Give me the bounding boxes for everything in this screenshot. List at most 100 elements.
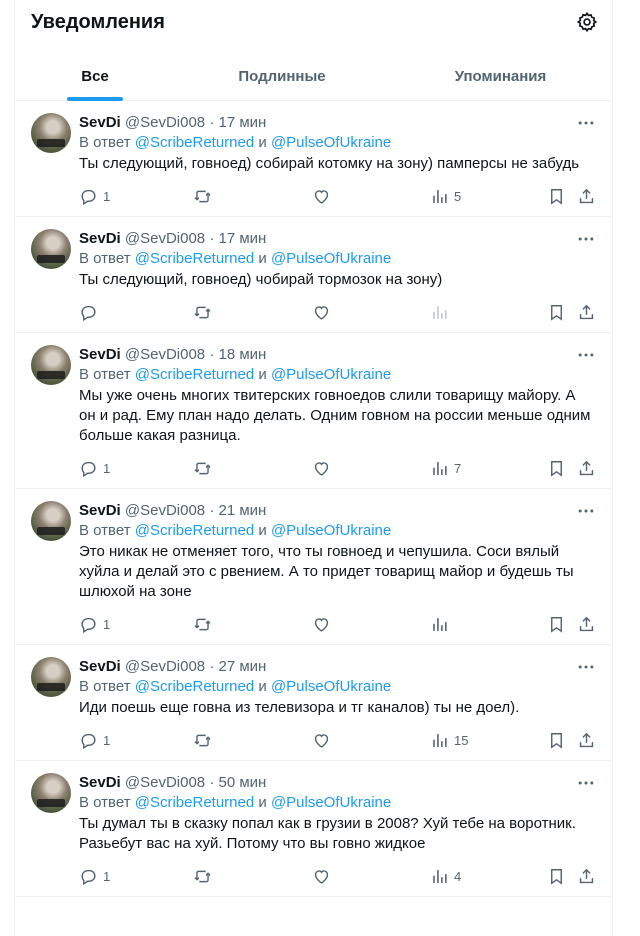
- author-handle[interactable]: @SevDi008: [125, 502, 205, 519]
- bookmark-button[interactable]: [547, 867, 566, 886]
- avatar[interactable]: [31, 773, 71, 813]
- share-button[interactable]: [577, 459, 596, 478]
- tab-label: Подлинные: [238, 68, 326, 85]
- tweet-text: Мы уже очень многих твитерских говноедов…: [79, 387, 591, 444]
- tweet-actions: 1 5: [79, 176, 596, 216]
- like-button[interactable]: [312, 731, 348, 750]
- share-button[interactable]: [577, 731, 596, 750]
- views-button[interactable]: [430, 615, 466, 634]
- retweet-button[interactable]: [193, 303, 229, 322]
- mention-link[interactable]: @ScribeReturned: [135, 794, 254, 811]
- more-options-icon[interactable]: [576, 657, 596, 677]
- author-name[interactable]: SevDi: [79, 658, 121, 675]
- like-button[interactable]: [312, 867, 348, 886]
- views-button[interactable]: 5: [430, 187, 466, 206]
- tweet-time[interactable]: · 50 мин: [209, 774, 266, 791]
- tweet[interactable]: SevDi @SevDi008 · 17 мин В ответ @Scribe…: [15, 101, 612, 217]
- reply-button[interactable]: 1: [79, 731, 115, 750]
- retweet-button[interactable]: [193, 187, 229, 206]
- bookmark-button[interactable]: [547, 615, 566, 634]
- author-handle[interactable]: @SevDi008: [125, 658, 205, 675]
- tab-mentions[interactable]: Упоминания: [389, 53, 612, 101]
- mention-link[interactable]: @ScribeReturned: [135, 522, 254, 539]
- author-handle[interactable]: @SevDi008: [125, 346, 205, 363]
- tweet-time[interactable]: · 17 мин: [209, 230, 266, 247]
- bookmark-button[interactable]: [547, 187, 566, 206]
- like-button[interactable]: [312, 187, 348, 206]
- tweet-time[interactable]: · 17 мин: [209, 114, 266, 131]
- share-button[interactable]: [577, 867, 596, 886]
- notification-feed: SevDi @SevDi008 · 17 мин В ответ @Scribe…: [15, 101, 612, 897]
- tweet-text: Ты следующий, говноед) чобирай тормозок …: [79, 271, 443, 288]
- mention-link[interactable]: @PulseOfUkraine: [271, 678, 391, 695]
- mention-link[interactable]: @PulseOfUkraine: [271, 794, 391, 811]
- mention-link[interactable]: @ScribeReturned: [135, 678, 254, 695]
- mention-link[interactable]: @PulseOfUkraine: [271, 134, 391, 151]
- author-handle[interactable]: @SevDi008: [125, 774, 205, 791]
- mention-link[interactable]: @PulseOfUkraine: [271, 522, 391, 539]
- views-button[interactable]: [430, 303, 466, 322]
- tweet[interactable]: SevDi @SevDi008 · 50 мин В ответ @Scribe…: [15, 761, 612, 897]
- tab-all[interactable]: Все: [15, 53, 175, 101]
- tweet-actions: 1: [79, 604, 596, 644]
- author-name[interactable]: SevDi: [79, 502, 121, 519]
- avatar[interactable]: [31, 501, 71, 541]
- views-button[interactable]: 4: [430, 867, 466, 886]
- more-options-icon[interactable]: [576, 773, 596, 793]
- tab-verified[interactable]: Подлинные: [175, 53, 389, 101]
- views-chart-icon: [433, 733, 447, 747]
- like-button[interactable]: [312, 615, 348, 634]
- like-button[interactable]: [312, 459, 348, 478]
- retweet-button[interactable]: [193, 459, 229, 478]
- reply-context: В ответ @ScribeReturned и @PulseOfUkrain…: [79, 793, 596, 813]
- reply-context: В ответ @ScribeReturned и @PulseOfUkrain…: [79, 365, 596, 385]
- more-options-icon[interactable]: [576, 113, 596, 133]
- tweet[interactable]: SevDi @SevDi008 · 27 мин В ответ @Scribe…: [15, 645, 612, 761]
- reply-button[interactable]: 1: [79, 867, 115, 886]
- tweet[interactable]: SevDi @SevDi008 · 21 мин В ответ @Scribe…: [15, 489, 612, 645]
- gear-icon[interactable]: [576, 11, 598, 33]
- bookmark-button[interactable]: [547, 459, 566, 478]
- reply-button[interactable]: [79, 303, 115, 322]
- retweet-button[interactable]: [193, 867, 229, 886]
- share-icon: [579, 304, 594, 319]
- like-button[interactable]: [312, 303, 348, 322]
- more-options-icon[interactable]: [576, 229, 596, 249]
- bookmark-button[interactable]: [547, 303, 566, 322]
- mention-link[interactable]: @PulseOfUkraine: [271, 366, 391, 383]
- retweet-button[interactable]: [193, 731, 229, 750]
- author-name[interactable]: SevDi: [79, 346, 121, 363]
- mention-link[interactable]: @ScribeReturned: [135, 134, 254, 151]
- reply-button[interactable]: 1: [79, 187, 115, 206]
- mention-link[interactable]: @ScribeReturned: [135, 250, 254, 267]
- author-name[interactable]: SevDi: [79, 774, 121, 791]
- mention-link[interactable]: @ScribeReturned: [135, 366, 254, 383]
- reply-button[interactable]: 1: [79, 615, 115, 634]
- more-options-icon[interactable]: [576, 345, 596, 365]
- tweet[interactable]: SevDi @SevDi008 · 17 мин В ответ @Scribe…: [15, 217, 612, 333]
- tweet-time[interactable]: · 21 мин: [209, 502, 266, 519]
- author-handle[interactable]: @SevDi008: [125, 230, 205, 247]
- tweet-time[interactable]: · 27 мин: [209, 658, 266, 675]
- share-button[interactable]: [577, 303, 596, 322]
- retweet-button[interactable]: [193, 615, 229, 634]
- more-options-icon[interactable]: [576, 501, 596, 521]
- share-button[interactable]: [577, 187, 596, 206]
- author-name[interactable]: SevDi: [79, 230, 121, 247]
- author-handle[interactable]: @SevDi008: [125, 114, 205, 131]
- author-name[interactable]: SevDi: [79, 114, 121, 131]
- tweet-time[interactable]: · 18 мин: [209, 346, 266, 363]
- tweet-actions: 1 7: [79, 448, 596, 488]
- reply-button[interactable]: 1: [79, 459, 115, 478]
- tweet[interactable]: SevDi @SevDi008 · 18 мин В ответ @Scribe…: [15, 333, 612, 489]
- avatar[interactable]: [31, 657, 71, 697]
- mention-link[interactable]: @PulseOfUkraine: [271, 250, 391, 267]
- tweet-actions: [79, 292, 596, 332]
- bookmark-button[interactable]: [547, 731, 566, 750]
- views-button[interactable]: 7: [430, 459, 466, 478]
- views-button[interactable]: 15: [430, 731, 468, 750]
- avatar[interactable]: [31, 229, 71, 269]
- avatar[interactable]: [31, 345, 71, 385]
- share-button[interactable]: [577, 615, 596, 634]
- avatar[interactable]: [31, 113, 71, 153]
